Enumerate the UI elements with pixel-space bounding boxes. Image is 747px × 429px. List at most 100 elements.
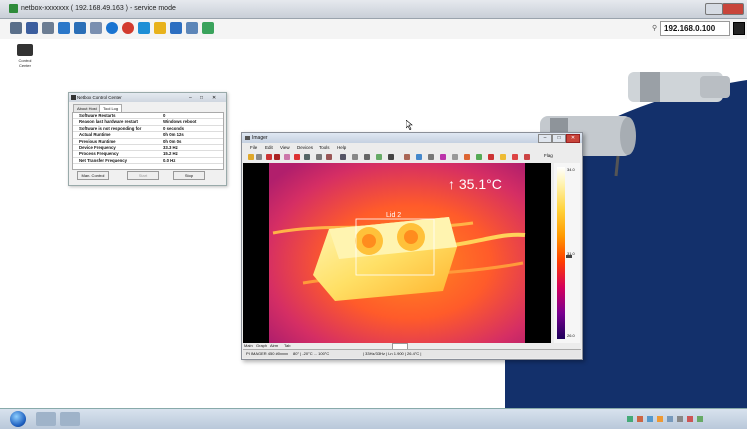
info-icon[interactable] — [106, 22, 118, 34]
color-icon[interactable] — [512, 154, 518, 160]
imager-maximize-icon[interactable]: □ — [552, 134, 566, 143]
tray-alert-icon[interactable] — [687, 416, 693, 422]
refresh-icon[interactable] — [58, 22, 70, 34]
layout-icon[interactable] — [340, 154, 346, 160]
tab-tool-log[interactable]: Tool Log — [99, 104, 123, 112]
ncc-close-icon[interactable]: ✕ — [212, 94, 216, 103]
fullscreen-icon[interactable] — [26, 22, 38, 34]
close-button[interactable] — [722, 3, 744, 15]
sensor-cylinder-upper — [628, 72, 730, 102]
imager-window: Imager – □ ✕ File Edit View Devices Tool… — [241, 132, 583, 360]
app-icon — [71, 95, 76, 100]
menu-edit[interactable]: Edit — [265, 144, 273, 152]
measure-icon[interactable] — [304, 154, 310, 160]
status-device: PI IMAGER 450 #0xxxx — [246, 351, 289, 356]
tray-network-icon[interactable] — [627, 416, 633, 422]
imager-menubar: File Edit View Devices Tools Help — [242, 144, 582, 152]
scale-slider-handle[interactable] — [566, 255, 572, 258]
tab-alrm[interactable]: Alrm — [270, 343, 278, 348]
open-icon[interactable] — [248, 154, 254, 160]
app-icon — [245, 136, 250, 140]
menu-tools[interactable]: Tools — [319, 144, 330, 152]
tray-flag-icon[interactable] — [637, 416, 643, 422]
imager-minimize-icon[interactable]: – — [538, 134, 552, 143]
minimize-button[interactable] — [705, 3, 723, 15]
scale-max-label: 34.0 — [567, 167, 575, 172]
system-tray — [627, 416, 703, 422]
screenshot-icon[interactable] — [186, 22, 198, 34]
ruler-icon[interactable] — [428, 154, 434, 160]
alarm-icon[interactable] — [294, 154, 300, 160]
menu-view[interactable]: View — [280, 144, 290, 152]
ncc-minimize-icon[interactable]: – — [189, 94, 192, 103]
control-center-desktop-icon[interactable]: Control Center — [14, 44, 36, 68]
tab-main[interactable]: Main — [244, 343, 253, 348]
keyboard-icon[interactable] — [170, 22, 182, 34]
settings-icon[interactable] — [42, 22, 54, 34]
menu-devices[interactable]: Devices — [297, 144, 313, 152]
thermal-image-view[interactable]: Lid 2 ↑ 35.1°C — [243, 163, 551, 343]
tools-icon[interactable] — [476, 154, 482, 160]
imager-statusbar: PI IMAGER 450 #0xxxx 80° | -20°C ... 100… — [243, 349, 581, 358]
temperature-readout: ↑ 35.1°C — [448, 176, 502, 192]
tray-device-icon[interactable] — [677, 416, 683, 422]
stop-icon[interactable] — [122, 22, 134, 34]
status-frame: | 33Hz/33Hz | Ln 1.900 | 26.4°C | — [363, 351, 422, 356]
warning-icon[interactable] — [488, 154, 494, 160]
status-fov: 80° | -20°C ... 100°C — [293, 351, 330, 356]
star-icon[interactable] — [500, 154, 506, 160]
temperature-color-scale[interactable]: 34.0 31.0 26.0 — [554, 163, 580, 343]
file-transfer-icon[interactable] — [90, 22, 102, 34]
flag-label: Flag — [544, 153, 553, 158]
menu-file[interactable]: File — [250, 144, 257, 152]
switch-monitor-icon[interactable] — [202, 22, 214, 34]
area-icon[interactable] — [316, 154, 322, 160]
measurement-box-label: Lid 2 — [386, 212, 401, 219]
crosshair-icon[interactable] — [452, 154, 458, 160]
imager-toolbar: Flag — [244, 153, 580, 161]
address-input[interactable]: 192.168.0.100 — [660, 21, 730, 36]
remote-window-title: netbox-xxxxxxx ( 192.168.49.163 ) - serv… — [21, 5, 176, 12]
tray-app-icon[interactable] — [667, 416, 673, 422]
mouse-cursor-icon — [406, 120, 413, 130]
taskbar — [0, 408, 747, 429]
menu-help[interactable]: Help — [337, 144, 346, 152]
taskbar-app-control-center[interactable] — [60, 412, 80, 426]
tray-power-icon[interactable] — [657, 416, 663, 422]
palette-icon[interactable] — [404, 154, 410, 160]
man-control-button[interactable]: Man. Control — [77, 171, 109, 180]
folder-icon[interactable] — [154, 22, 166, 34]
tray-shield-icon[interactable] — [697, 416, 703, 422]
chart-icon[interactable] — [376, 154, 382, 160]
graph-icon[interactable] — [352, 154, 358, 160]
isotherm-icon[interactable] — [440, 154, 446, 160]
ncc-title: Netbox Control Center — [77, 95, 122, 100]
windows-icon[interactable] — [74, 22, 86, 34]
tray-volume-icon[interactable] — [647, 416, 653, 422]
stop-button[interactable]: Stop — [173, 171, 205, 180]
search-icon: ⚲ — [652, 25, 658, 32]
record-icon[interactable] — [274, 154, 280, 160]
zoom-icon[interactable] — [388, 154, 394, 160]
save-icon[interactable] — [256, 154, 262, 160]
snapshot-icon[interactable] — [284, 154, 290, 160]
ncc-maximize-icon[interactable]: □ — [200, 94, 203, 103]
tab-graph[interactable]: Graph — [256, 343, 267, 348]
taskbar-app-remote[interactable] — [36, 412, 56, 426]
color-gradient — [557, 167, 565, 339]
tab-about-host[interactable]: About Host — [73, 104, 101, 112]
tab-tab[interactable]: Tab — [284, 343, 290, 348]
flame-icon[interactable] — [524, 154, 530, 160]
grid-icon[interactable] — [364, 154, 370, 160]
hotspot-icon[interactable] — [464, 154, 470, 160]
panel-toggle-button[interactable] — [733, 22, 745, 35]
start-button[interactable] — [10, 411, 26, 427]
imager-close-icon[interactable]: ✕ — [566, 134, 580, 143]
chat-icon[interactable] — [138, 22, 150, 34]
line-icon[interactable] — [326, 154, 332, 160]
fit-icon[interactable] — [416, 154, 422, 160]
monitor-icon[interactable] — [10, 22, 22, 34]
start-button[interactable]: Start — [127, 171, 159, 180]
play-icon[interactable] — [266, 154, 272, 160]
remote-window-titlebar: netbox-xxxxxxx ( 192.168.49.163 ) - serv… — [0, 0, 747, 19]
